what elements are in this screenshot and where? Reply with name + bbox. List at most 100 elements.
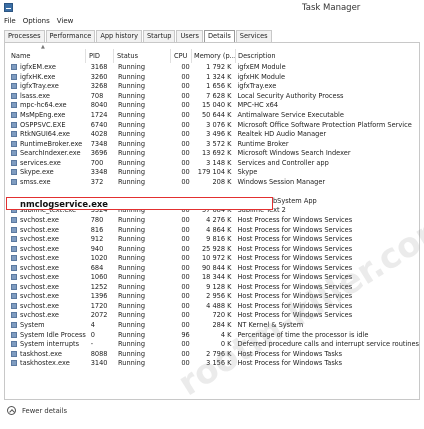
process-row[interactable]: System 4 Running 00 284 K NT Kernel & System bbox=[5, 321, 419, 331]
process-description-text: Host Process for Windows Tasks bbox=[237, 349, 343, 358]
process-name-text: taskhost.exe bbox=[20, 349, 62, 358]
process-row[interactable]: svchost.exe 816 Running 00 4 864 K Host Proce… bbox=[5, 225, 419, 235]
process-row[interactable]: svchost.exe 1060 Running 00 18 344 K Host Pro… bbox=[5, 273, 419, 283]
highlighted-process-row[interactable]: nmclogservice.exe bbox=[6, 197, 273, 210]
menu-view[interactable]: View bbox=[57, 17, 74, 28]
process-pid: - bbox=[91, 340, 118, 350]
process-icon bbox=[11, 226, 17, 233]
process-memory-text: 3 156 K bbox=[206, 359, 232, 368]
process-name: svchost.exe bbox=[5, 225, 91, 235]
process-status-text: Running bbox=[118, 282, 146, 291]
menu-options[interactable]: Options bbox=[23, 17, 50, 28]
process-row[interactable]: svchost.exe 2072 Running 00 720 K Host Proces… bbox=[5, 311, 419, 321]
process-pid: 816 bbox=[91, 225, 118, 235]
process-memory: 4 276 K bbox=[194, 216, 238, 226]
process-cpu: 00 bbox=[173, 225, 193, 235]
process-row[interactable]: svchost.exe 940 Running 00 25 928 K Host Proc… bbox=[5, 244, 419, 254]
process-pid-text: 3140 bbox=[90, 359, 108, 368]
process-description: Host Process for Windows Tasks bbox=[237, 359, 419, 369]
process-name: services.exe bbox=[5, 158, 91, 168]
process-description-text: Host Process for Windows Services bbox=[237, 311, 353, 320]
process-cpu-text: 00 bbox=[181, 139, 190, 148]
column-divider[interactable] bbox=[85, 49, 86, 63]
process-pid-text: 7348 bbox=[90, 139, 108, 148]
process-row[interactable]: svchost.exe 1396 Running 00 2 956 K Host Proc… bbox=[5, 292, 419, 302]
column-header-name[interactable]: Name bbox=[11, 52, 30, 62]
process-cpu-text: 00 bbox=[181, 349, 190, 358]
column-divider[interactable] bbox=[113, 49, 114, 63]
process-cpu: 00 bbox=[173, 283, 193, 293]
process-pid: 4 bbox=[91, 321, 118, 331]
column-header-status[interactable]: Status bbox=[117, 52, 138, 62]
process-row[interactable]: svchost.exe 684 Running 00 90 844 K Host Proc… bbox=[5, 263, 419, 273]
process-row[interactable]: taskhost.exe 8088 Running 00 2 796 K Host Pro… bbox=[5, 349, 419, 359]
process-status: Running bbox=[118, 130, 173, 140]
process-row[interactable]: svchost.exe 1720 Running 00 4 488 K Host Proc… bbox=[5, 302, 419, 312]
process-cpu-text: 00 bbox=[181, 120, 190, 129]
process-description: NT Kernel & System bbox=[237, 321, 419, 331]
process-name: svchost.exe bbox=[5, 302, 91, 312]
process-description-text: Percentage of time the processor is idle bbox=[237, 330, 369, 339]
process-description-text: Host Process for Windows Services bbox=[237, 235, 353, 244]
process-row[interactable]: lsass.exe 708 Running 00 7 628 K Local Securi… bbox=[5, 92, 419, 102]
process-pid: 8040 bbox=[91, 101, 118, 111]
process-row[interactable]: System interrupts - Running 00 0 K Deferred p… bbox=[5, 340, 419, 350]
process-cpu-text: 00 bbox=[181, 111, 190, 119]
process-row[interactable] bbox=[5, 187, 419, 197]
process-status: Running bbox=[118, 101, 173, 111]
process-pid: 3696 bbox=[91, 149, 118, 159]
process-cpu: 00 bbox=[173, 73, 193, 83]
process-row[interactable]: igfxHK.exe 3260 Running 00 1 324 K igfxHK Mod… bbox=[5, 73, 419, 83]
process-row[interactable]: igfxEM.exe 3168 Running 00 1 792 K igfxEM Mod… bbox=[5, 63, 419, 73]
menu-file[interactable]: File bbox=[4, 17, 16, 28]
process-cpu: 00 bbox=[173, 349, 193, 359]
column-header-cpu[interactable]: CPU bbox=[174, 52, 187, 62]
column-divider[interactable] bbox=[191, 49, 192, 63]
process-row[interactable]: igfxTray.exe 3268 Running 00 1 656 K igfxTray… bbox=[5, 82, 419, 92]
process-row[interactable]: RuntimeBroker.exe 7348 Running 00 3 572 K Run… bbox=[5, 139, 419, 149]
process-name-text: Skype.exe bbox=[20, 168, 54, 177]
process-icon bbox=[11, 121, 17, 128]
process-description-text: Host Process for Windows Services bbox=[237, 282, 353, 291]
column-header-memory[interactable]: Memory (p... bbox=[194, 52, 236, 62]
process-name-text: taskhostex.exe bbox=[20, 359, 70, 368]
process-description: Host Process for Windows Services bbox=[237, 273, 419, 283]
process-row[interactable]: mpc-hc64.exe 8040 Running 00 15 040 K MPC-HC … bbox=[5, 101, 419, 111]
column-divider[interactable] bbox=[170, 49, 171, 63]
process-row[interactable]: taskhostex.exe 3140 Running 00 3 156 K Host P… bbox=[5, 359, 419, 369]
process-status-text: Running bbox=[118, 120, 146, 129]
process-row[interactable]: SearchIndexer.exe 3696 Running 00 13 692 K Mi… bbox=[5, 149, 419, 159]
process-cpu: 96 bbox=[173, 330, 193, 340]
process-row[interactable]: System Idle Process 0 Running 96 4 K Percenta… bbox=[5, 330, 419, 340]
process-row[interactable]: OSPPSVC.EXE 6740 Running 00 3 076 K Microsoft… bbox=[5, 120, 419, 130]
column-divider[interactable] bbox=[235, 49, 236, 63]
process-row[interactable]: svchost.exe 780 Running 00 4 276 K Host Proce… bbox=[5, 216, 419, 226]
process-row[interactable]: MsMpEng.exe 1724 Running 00 50 644 K Antimalw… bbox=[5, 111, 419, 121]
column-header-description[interactable]: Description bbox=[238, 52, 276, 62]
process-description: Host Process for Windows Services bbox=[237, 263, 419, 273]
process-icon bbox=[11, 217, 17, 224]
process-row[interactable]: svchost.exe 1252 Running 00 9 128 K Host Proc… bbox=[5, 283, 419, 293]
process-row[interactable]: svchost.exe 912 Running 00 9 816 K Host Proce… bbox=[5, 235, 419, 245]
column-header-pid[interactable]: PID bbox=[89, 52, 100, 62]
process-pid-text: 6740 bbox=[90, 120, 108, 129]
process-cpu-text: 00 bbox=[181, 321, 190, 330]
fewer-details-toggle[interactable]: Fewer details bbox=[4, 404, 204, 420]
process-pid-text: 8040 bbox=[90, 101, 108, 110]
process-cpu-text: 00 bbox=[181, 177, 190, 186]
process-row[interactable]: RtkNGUI64.exe 4028 Running 00 3 496 K Realtek… bbox=[5, 130, 419, 140]
process-status-text: Running bbox=[118, 149, 146, 158]
process-pid: 1724 bbox=[91, 111, 118, 121]
process-cpu bbox=[173, 187, 193, 197]
process-row[interactable]: smss.exe 372 Running 00 208 K Windows Session… bbox=[5, 178, 419, 188]
process-description-text: Services and Controller app bbox=[237, 158, 329, 167]
process-name-text: smss.exe bbox=[20, 177, 51, 186]
process-status-text: Running bbox=[118, 101, 146, 110]
process-row[interactable]: Skype.exe 3348 Running 00 179 104 K Skype bbox=[5, 168, 419, 178]
process-name: RuntimeBroker.exe bbox=[5, 139, 91, 149]
process-row[interactable]: services.exe 700 Running 00 3 148 K Services … bbox=[5, 158, 419, 168]
process-description: Microsoft Windows Search Indexer bbox=[237, 149, 419, 159]
process-table: igfxEM.exe 3168 Running 00 1 792 K igfxEM Mod… bbox=[5, 63, 419, 369]
process-row[interactable]: svchost.exe 1020 Running 00 10 972 K Host Pro… bbox=[5, 254, 419, 264]
process-icon bbox=[11, 274, 17, 281]
